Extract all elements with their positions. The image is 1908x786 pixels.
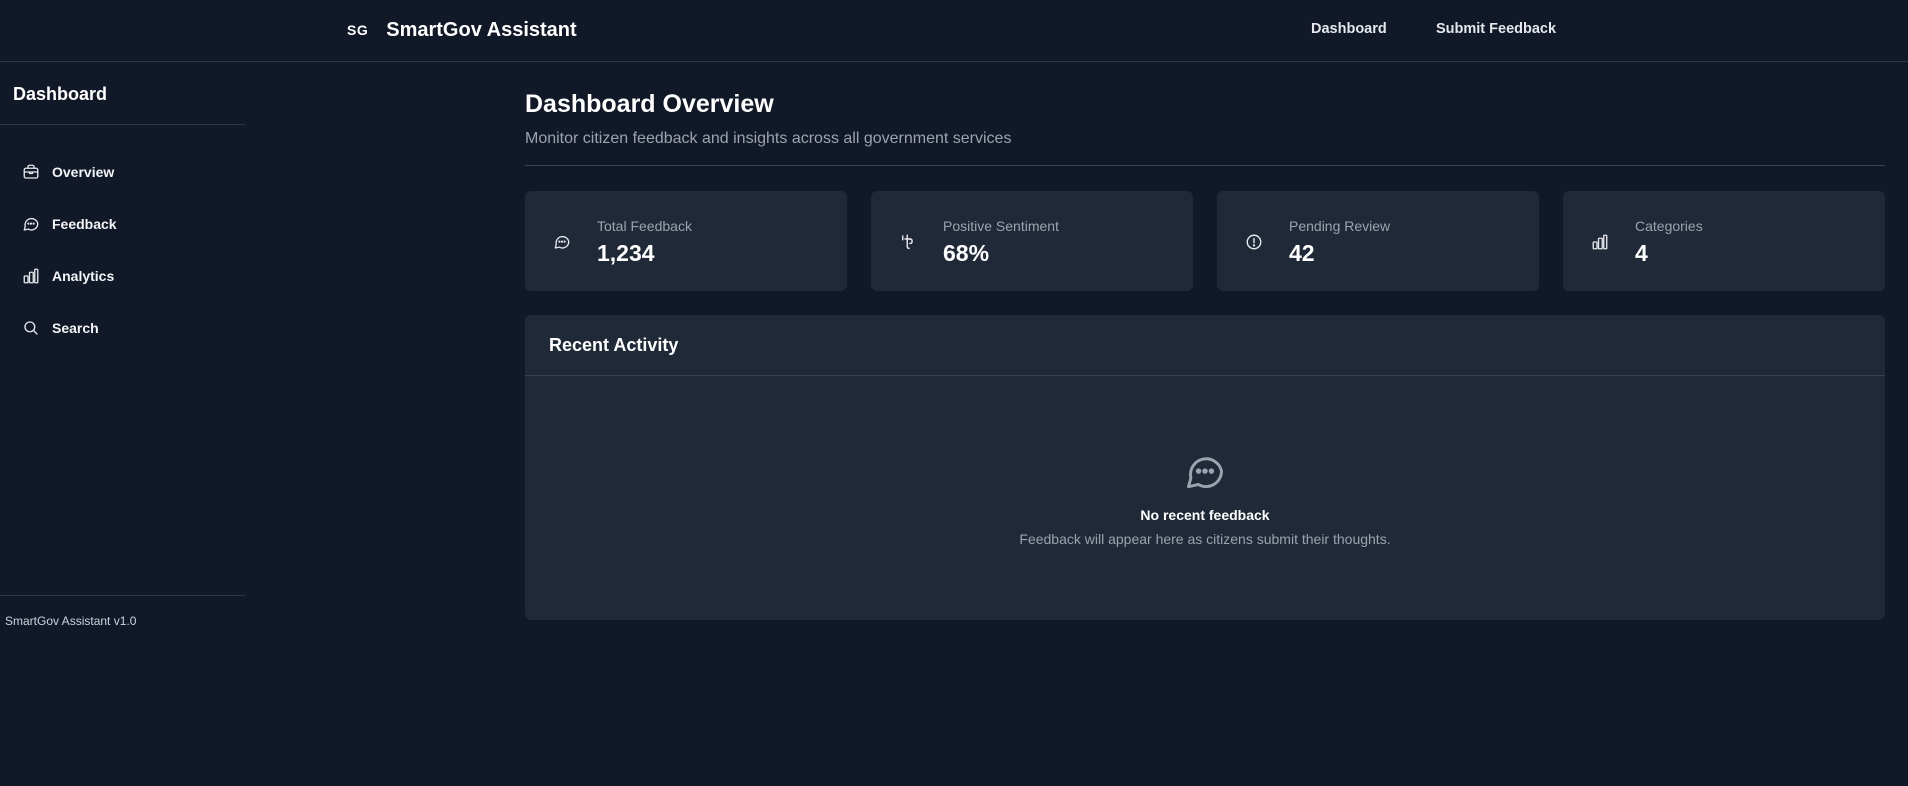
sidebar: Dashboard Overview Feedback Analytics Se… [0,62,245,786]
nav-dashboard-link[interactable]: Dashboard [1311,21,1387,37]
sidebar-item-label: Feedback [52,216,117,232]
sidebar-item-label: Analytics [52,268,115,284]
stat-value: 68% [943,240,990,266]
nav-submit-feedback-link[interactable]: Submit Feedback [1436,21,1556,37]
thumbs-up-icon [902,234,913,250]
stat-label: Categories [1635,218,1703,234]
sidebar-item-search[interactable]: Search [0,308,245,348]
topnav-dashboard: Dashboard [1311,0,1387,58]
bar-chart-icon [23,268,39,284]
bar-chart-icon [1592,234,1608,250]
panel-divider [525,375,1885,376]
sidebar-title: Dashboard [13,84,108,104]
page-title: Dashboard Overview [525,90,774,118]
app-name: SmartGov Assistant [386,18,577,41]
search-icon [24,321,38,335]
stat-card-total-feedback: Total Feedback 1,234 [525,191,847,291]
sidebar-divider [0,595,245,596]
briefcase-icon [23,164,39,179]
app-version: SmartGov Assistant v1.0 [5,614,137,628]
alert-circle-icon [1246,234,1262,250]
stat-label: Total Feedback [597,218,692,234]
sidebar-divider [0,124,245,125]
stat-value: 1,234 [597,240,655,266]
header-divider [525,165,1885,166]
stat-card-categories: Categories 4 [1563,191,1885,291]
stat-card-positive-sentiment: Positive Sentiment 68% [871,191,1193,291]
sidebar-item-overview[interactable]: Overview [0,152,245,192]
message-circle-icon [23,217,39,231]
top-navbar: SG SmartGov Assistant Dashboard Submit F… [0,0,1908,62]
empty-state-title: No recent feedback [1140,507,1270,523]
sidebar-item-label: Overview [52,164,115,180]
message-circle-icon [554,235,570,249]
sidebar-item-analytics[interactable]: Analytics [0,256,245,296]
stat-label: Positive Sentiment [943,218,1059,234]
page-subtitle: Monitor citizen feedback and insights ac… [525,130,1012,147]
brand-logo: SG [347,22,369,38]
sidebar-item-feedback[interactable]: Feedback [0,204,245,244]
empty-state-subtitle: Feedback will appear here as citizens su… [1019,531,1391,547]
stat-value: 4 [1635,240,1648,266]
sidebar-item-label: Search [52,320,99,336]
stat-card-pending-review: Pending Review 42 [1217,191,1539,291]
recent-activity-title: Recent Activity [549,335,679,355]
stat-label: Pending Review [1289,218,1391,234]
message-dots-icon [1187,457,1223,489]
stat-value: 42 [1289,240,1315,266]
recent-activity-panel: Recent Activity No recent feedback Feedb… [525,315,1885,620]
topnav-submit: Submit Feedback [1436,0,1556,58]
brand[interactable]: SG SmartGov Assistant [347,0,577,60]
